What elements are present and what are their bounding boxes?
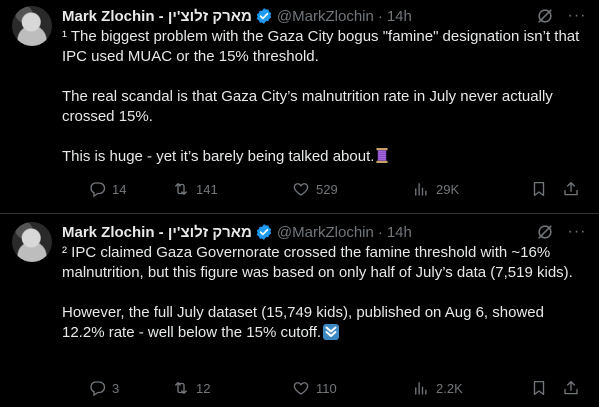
verified-badge-icon <box>256 8 272 24</box>
repost-icon <box>175 183 187 195</box>
views-button[interactable]: 29K <box>412 180 459 198</box>
bookmark-icon <box>533 380 545 396</box>
tweet-paragraph-last: However, the full July dataset (15,749 k… <box>62 304 544 341</box>
timestamp[interactable]: 14h <box>387 8 412 25</box>
repost-count: 141 <box>196 181 218 197</box>
more-options-icon[interactable]: ··· <box>567 222 587 242</box>
avatar[interactable] <box>12 6 52 46</box>
heart-icon <box>293 382 309 395</box>
share-button[interactable] <box>562 180 580 198</box>
bookmark-button[interactable] <box>530 180 548 198</box>
heart-icon <box>293 183 309 196</box>
views-count: 2.2K <box>436 380 463 396</box>
verified-badge-icon <box>256 224 272 240</box>
author-name[interactable]: Mark Zlochin - מארק זלוצ'ין <box>62 224 252 241</box>
reply-count: 14 <box>112 181 127 197</box>
views-icon <box>415 382 427 395</box>
tweet-text: ¹ The biggest problem with the Gaza City… <box>62 27 582 167</box>
more-options-icon[interactable]: ··· <box>567 6 587 26</box>
tweet-text: ² IPC claimed Gaza Governorate crossed t… <box>62 243 582 343</box>
grok-icon[interactable] <box>535 6 555 26</box>
tweet-paragraph: The real scandal is that Gaza City’s mal… <box>62 88 553 125</box>
spool-of-thread-emoji <box>376 147 389 164</box>
reply-button[interactable]: 3 <box>88 379 119 397</box>
repost-button[interactable]: 141 <box>172 180 218 198</box>
author-name[interactable]: Mark Zlochin - מארק זלוצ'ין <box>62 8 252 25</box>
tweet-paragraph: ¹ The biggest problem with the Gaza City… <box>62 28 580 65</box>
share-icon <box>564 181 578 196</box>
views-button[interactable]: 2.2K <box>412 379 463 397</box>
share-icon <box>564 380 578 395</box>
tweet[interactable]: Mark Zlochin - מארק זלוצ'ין @MarkZlochin… <box>0 0 599 214</box>
share-button[interactable] <box>562 379 580 397</box>
tweet-header: Mark Zlochin - מארק זלוצ'ין @MarkZlochin… <box>62 222 412 242</box>
tweet-header: Mark Zlochin - מארק זלוצ'ין @MarkZlochin… <box>62 6 412 26</box>
like-count: 529 <box>316 181 338 197</box>
reply-icon <box>90 182 106 198</box>
avatar[interactable] <box>12 222 52 262</box>
reply-count: 3 <box>112 380 120 396</box>
timestamp[interactable]: 14h <box>387 224 412 241</box>
like-button[interactable]: 110 <box>292 379 337 397</box>
bookmark-button[interactable] <box>530 379 548 397</box>
tweet[interactable]: Mark Zlochin - מארק זלוצ'ין @MarkZlochin… <box>0 214 599 407</box>
tweet-paragraph: ² IPC claimed Gaza Governorate crossed t… <box>62 244 573 281</box>
like-button[interactable]: 529 <box>292 180 338 198</box>
repost-icon <box>175 382 187 394</box>
separator-dot: · <box>377 223 383 241</box>
reply-button[interactable]: 14 <box>88 180 126 198</box>
double-down-arrow-emoji <box>323 324 340 340</box>
like-count: 110 <box>316 380 337 396</box>
bookmark-icon <box>533 181 545 197</box>
author-handle[interactable]: @MarkZlochin <box>277 224 374 241</box>
tweet-actions: 3 12 110 2.2K <box>62 377 587 399</box>
repost-count: 12 <box>196 380 211 396</box>
tweet-paragraph-last: This is huge - yet it’s barely being tal… <box>62 147 582 167</box>
author-handle[interactable]: @MarkZlochin <box>277 8 374 25</box>
views-count: 29K <box>436 181 460 197</box>
repost-button[interactable]: 12 <box>172 379 210 397</box>
views-icon <box>415 183 427 196</box>
separator-dot: · <box>377 7 383 25</box>
tweet-actions: 14 141 529 29K <box>62 178 587 200</box>
grok-icon[interactable] <box>535 222 555 242</box>
reply-icon <box>90 381 106 397</box>
